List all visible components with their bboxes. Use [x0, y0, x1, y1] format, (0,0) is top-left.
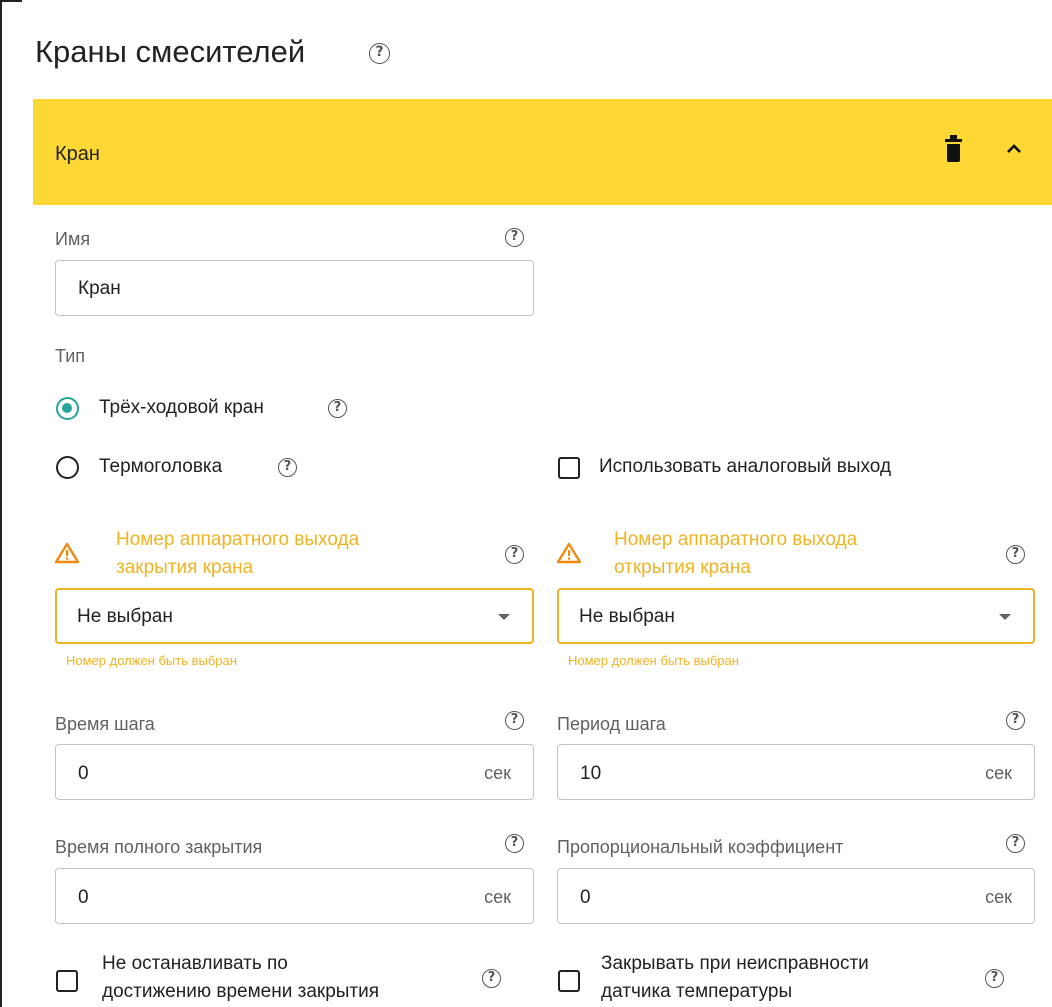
full-close-time-input[interactable]: 0 сек — [55, 868, 534, 924]
warning-icon — [557, 542, 581, 564]
name-input[interactable]: Кран — [55, 260, 534, 316]
full-close-time-value: 0 — [78, 887, 89, 908]
step-period-input[interactable]: 10 сек — [557, 744, 1035, 800]
open-output-error: Номер должен быть выбран — [568, 653, 739, 668]
full-close-time-unit: сек — [484, 887, 511, 907]
close-output-error: Номер должен быть выбран — [66, 653, 237, 668]
step-period-label: Период шага — [557, 714, 666, 734]
close-on-fault-checkbox[interactable] — [558, 970, 580, 992]
help-icon[interactable]: ? — [505, 711, 524, 730]
radio-three-way[interactable] — [56, 397, 79, 420]
full-close-time-label: Время полного закрытия — [55, 837, 263, 857]
radio-thermohead[interactable] — [56, 456, 79, 479]
name-label: Имя — [55, 229, 91, 249]
help-icon[interactable]: ? — [1006, 545, 1025, 564]
help-icon[interactable]: ? — [985, 969, 1004, 988]
frame-border-top — [0, 0, 22, 2]
proportional-coef-unit: сек — [985, 887, 1012, 907]
no-stop-label[interactable]: Не останавливать по достижению времени з… — [102, 950, 379, 1006]
no-stop-checkbox[interactable] — [56, 970, 78, 992]
proportional-coef-input[interactable]: 0 сек — [557, 868, 1035, 924]
trash-icon[interactable] — [945, 135, 962, 163]
help-icon[interactable]: ? — [278, 458, 297, 477]
step-period-value: 10 — [580, 763, 602, 784]
open-output-value: Не выбран — [579, 606, 675, 627]
close-output-value: Не выбран — [77, 606, 173, 627]
warning-icon — [55, 542, 79, 564]
step-time-value: 0 — [78, 763, 89, 784]
help-icon[interactable]: ? — [1006, 711, 1025, 730]
name-value: Кран — [78, 278, 121, 299]
close-output-select[interactable]: Не выбран — [55, 588, 534, 644]
proportional-coef-label: Пропорциональный коэффициент — [557, 837, 844, 857]
step-time-input[interactable]: 0 сек — [55, 744, 534, 800]
close-output-label: Номер аппаратного выхода закрытия крана — [116, 529, 360, 578]
dropdown-arrow-icon — [999, 614, 1011, 620]
help-icon[interactable]: ? — [369, 43, 390, 64]
help-icon[interactable]: ? — [1006, 834, 1025, 853]
help-icon[interactable]: ? — [505, 228, 524, 247]
dropdown-arrow-icon — [498, 614, 510, 620]
step-time-label: Время шага — [55, 714, 155, 734]
help-icon[interactable]: ? — [505, 834, 524, 853]
open-output-label: Номер аппаратного выхода открытия крана — [614, 529, 858, 578]
radio-thermohead-label[interactable]: Термоголовка — [99, 456, 222, 478]
chevron-up-icon[interactable] — [1006, 141, 1022, 155]
frame-border — [0, 0, 2, 1007]
analog-output-label[interactable]: Использовать аналоговый выход — [599, 456, 891, 478]
proportional-coef-value: 0 — [580, 887, 591, 908]
panel-header[interactable]: Кран — [33, 99, 1052, 205]
step-period-unit: сек — [985, 763, 1012, 783]
step-time-unit: сек — [484, 763, 511, 783]
type-label: Тип — [55, 346, 86, 366]
page-title: Краны смесителей — [35, 34, 306, 69]
help-icon[interactable]: ? — [505, 545, 524, 564]
analog-output-checkbox[interactable] — [558, 457, 580, 479]
help-icon[interactable]: ? — [482, 969, 501, 988]
panel-title: Кран — [55, 143, 100, 165]
help-icon[interactable]: ? — [328, 399, 347, 418]
close-on-fault-label[interactable]: Закрывать при неисправности датчика темп… — [601, 950, 869, 1006]
radio-three-way-label[interactable]: Трёх-ходовой кран — [99, 397, 264, 419]
open-output-select[interactable]: Не выбран — [557, 588, 1035, 644]
